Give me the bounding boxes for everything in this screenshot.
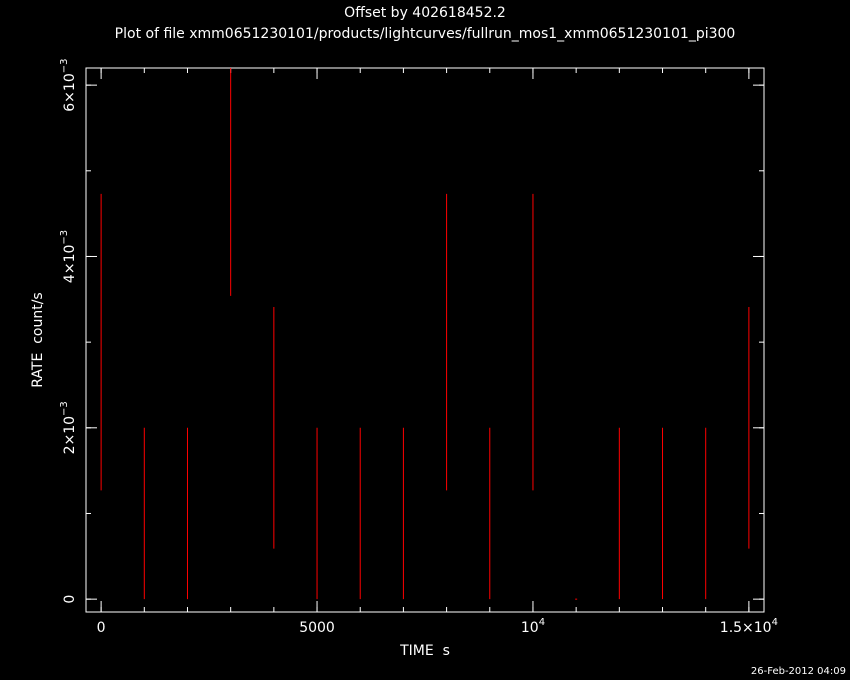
- x-tick-label: 5000: [299, 620, 335, 636]
- x-tick-label-base: 10: [521, 620, 539, 636]
- x-tick-label-base: 5000: [299, 620, 335, 636]
- x-tick-label: 0: [97, 620, 106, 636]
- x-tick-label: 104: [521, 617, 545, 636]
- y-axis-tick-labels: 02×10−34×10−36×10−3: [59, 59, 78, 604]
- y-tick-label-base: 6×10: [62, 73, 78, 111]
- x-tick-label-exponent: 4: [772, 617, 778, 628]
- y-tick-label-base: 2×10: [62, 416, 78, 454]
- x-tick-label: 1.5×104: [720, 617, 778, 636]
- x-axis-label: TIME s: [399, 643, 450, 659]
- y-tick-label: 4×10−3: [59, 230, 78, 283]
- lightcurve-chart: Offset by 402618452.2 Plot of file xmm06…: [30, 5, 846, 677]
- plot-timestamp: 26-Feb-2012 04:09: [751, 666, 846, 677]
- error-bar-series: [100, 68, 750, 600]
- y-tick-label-exponent: −3: [59, 230, 70, 245]
- chart-title: Offset by 402618452.2: [344, 5, 506, 21]
- y-tick-label: 2×10−3: [59, 401, 78, 454]
- x-tick-label-base: 1.5×10: [720, 620, 772, 636]
- x-tick-label-exponent: 4: [539, 617, 545, 628]
- y-tick-label: 6×10−3: [59, 59, 78, 112]
- y-tick-label-base: 4×10: [62, 245, 78, 283]
- x-axis-ticks: [100, 68, 750, 612]
- x-tick-label-base: 0: [97, 620, 106, 636]
- chart-subtitle: Plot of file xmm0651230101/products/ligh…: [115, 26, 736, 42]
- x-axis-tick-labels: 0 5000 104 1.5×104: [97, 617, 778, 636]
- y-tick-label: 0: [62, 595, 78, 604]
- y-tick-label-exponent: −3: [59, 59, 70, 74]
- y-axis-label: RATE count/s: [30, 292, 46, 387]
- y-tick-label-exponent: −3: [59, 401, 70, 416]
- y-tick-label-base: 0: [62, 595, 78, 604]
